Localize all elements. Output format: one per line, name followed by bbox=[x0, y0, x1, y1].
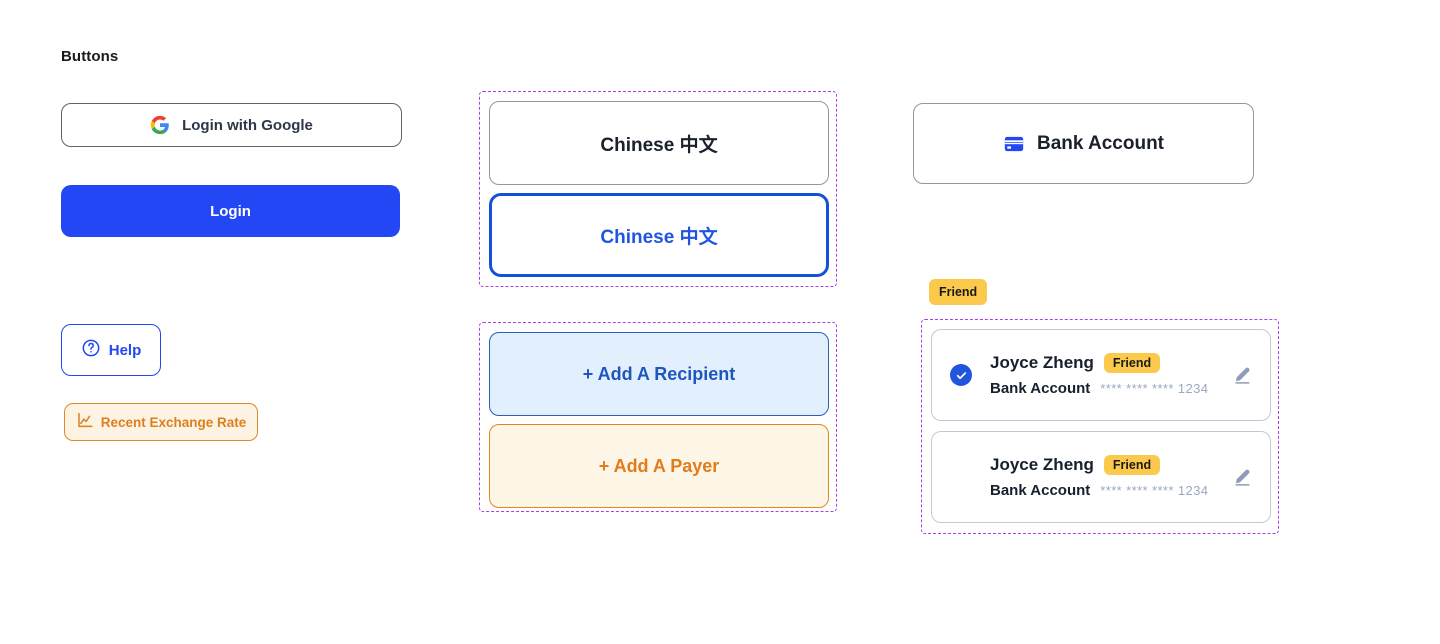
account-number-masked: **** **** **** 1234 bbox=[1100, 483, 1209, 498]
list-item[interactable]: Joyce Zheng Friend Bank Account **** ***… bbox=[931, 431, 1271, 523]
language-option-label: Chinese 中文 bbox=[600, 134, 718, 156]
help-button-label: Help bbox=[108, 341, 142, 359]
login-with-google-label: Login with Google bbox=[182, 116, 313, 134]
friend-badge-label: Friend bbox=[939, 285, 978, 299]
language-option-chinese-default[interactable]: Chinese 中文 bbox=[489, 101, 829, 185]
person-name-row: Joyce Zheng Friend bbox=[990, 353, 1214, 373]
google-icon bbox=[150, 115, 170, 135]
add-a-recipient-button[interactable]: + Add A Recipient bbox=[489, 332, 829, 416]
status-badge: Friend bbox=[1103, 353, 1161, 373]
account-type-label: Bank Account bbox=[990, 380, 1091, 397]
question-circle-icon bbox=[81, 338, 101, 363]
account-type-label: Bank Account bbox=[990, 482, 1091, 499]
edit-button[interactable] bbox=[1214, 366, 1270, 385]
person-account-row: Bank Account **** **** **** 1234 bbox=[990, 482, 1214, 499]
list-item[interactable]: Joyce Zheng Friend Bank Account **** ***… bbox=[931, 329, 1271, 421]
person-name-row: Joyce Zheng Friend bbox=[990, 455, 1214, 475]
edit-button[interactable] bbox=[1214, 468, 1270, 487]
language-option-label: Chinese 中文 bbox=[600, 226, 718, 248]
line-chart-icon bbox=[76, 411, 94, 434]
friend-badge-standalone: Friend bbox=[929, 279, 988, 305]
buttons-showcase-page: Buttons Login with Google Login Help Rec… bbox=[0, 0, 1440, 644]
recipient-card-group: Joyce Zheng Friend Bank Account **** ***… bbox=[921, 319, 1279, 534]
login-button-label: Login bbox=[210, 202, 251, 220]
credit-card-icon bbox=[1003, 133, 1025, 155]
person-account-row: Bank Account **** **** **** 1234 bbox=[990, 380, 1214, 397]
bank-account-label: Bank Account bbox=[1036, 132, 1165, 154]
add-a-recipient-label: + Add A Recipient bbox=[582, 363, 736, 384]
person-name: Joyce Zheng bbox=[990, 455, 1094, 474]
account-number-masked: **** **** **** 1234 bbox=[1100, 381, 1209, 396]
recent-exchange-rate-button[interactable]: Recent Exchange Rate bbox=[64, 403, 258, 441]
page-title: Buttons bbox=[61, 48, 119, 65]
selection-indicator-slot[interactable] bbox=[932, 364, 990, 386]
recent-exchange-rate-label: Recent Exchange Rate bbox=[100, 414, 247, 430]
pencil-icon bbox=[1234, 469, 1250, 486]
person-details: Joyce Zheng Friend Bank Account **** ***… bbox=[990, 353, 1214, 397]
person-name: Joyce Zheng bbox=[990, 353, 1094, 372]
login-button[interactable]: Login bbox=[61, 185, 400, 237]
help-button[interactable]: Help bbox=[61, 324, 161, 376]
language-option-group: Chinese 中文 Chinese 中文 bbox=[479, 91, 837, 287]
login-with-google-button[interactable]: Login with Google bbox=[61, 103, 402, 147]
pencil-icon bbox=[1234, 367, 1250, 384]
status-badge: Friend bbox=[1103, 455, 1161, 475]
bank-account-button[interactable]: Bank Account bbox=[913, 103, 1254, 184]
add-a-payer-button[interactable]: + Add A Payer bbox=[489, 424, 829, 508]
add-a-payer-label: + Add A Payer bbox=[598, 455, 720, 476]
person-details: Joyce Zheng Friend Bank Account **** ***… bbox=[990, 455, 1214, 499]
add-entity-button-group: + Add A Recipient + Add A Payer bbox=[479, 322, 837, 512]
language-option-chinese-selected[interactable]: Chinese 中文 bbox=[489, 193, 829, 277]
check-circle-icon[interactable] bbox=[950, 364, 972, 386]
